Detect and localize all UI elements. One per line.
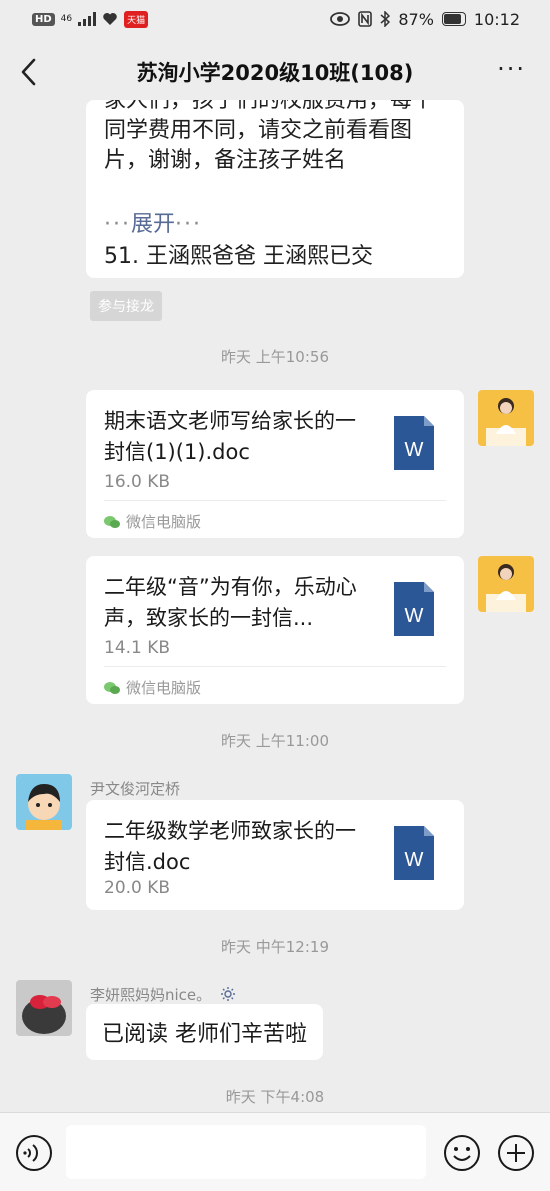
input-bar <box>0 1112 550 1191</box>
word-doc-icon: W <box>394 826 434 880</box>
sender-name-text: 李妍熙妈妈nice。 <box>90 986 212 1004</box>
teacher-avatar[interactable] <box>478 556 534 612</box>
timestamp: 昨天 中午12:19 <box>221 938 329 956</box>
timestamp: 昨天 下午4:08 <box>225 1088 325 1106</box>
file-message[interactable]: 二年级数学老师致家长的一封信.doc 20.0 KB W <box>86 800 464 910</box>
svg-text:W: W <box>405 439 424 461</box>
relay-line-2: 同学费用不同，请交之前看看图 <box>104 118 413 143</box>
expand-label[interactable]: 展开 <box>131 212 175 237</box>
file-source: 微信电脑版 <box>104 677 201 698</box>
bluetooth-icon <box>380 11 391 27</box>
svg-text:W: W <box>405 605 424 627</box>
file-source-label: 微信电脑版 <box>126 679 202 697</box>
text-message[interactable]: 已阅读 老师们辛苦啦 <box>86 1004 323 1060</box>
tmall-notification-icon: 天猫 <box>124 10 149 28</box>
join-relay-button[interactable]: 参与接龙 <box>90 291 162 321</box>
more-options-icon[interactable]: ··· <box>497 57 526 81</box>
chat-header: 苏洵小学2020级10班(108) ··· <box>0 38 550 106</box>
file-name: 二年级数学老师致家长的一封信.doc <box>104 819 356 874</box>
relay-line-3: 片，谢谢，备注孩子姓名 <box>104 148 347 173</box>
sender-avatar[interactable] <box>16 980 72 1036</box>
relay-line-1: 家人们，孩子们的校服费用，每个 <box>104 100 435 113</box>
relay-last-entry: 51. 王涵熙爸爸 王涵熙已交 <box>104 244 373 269</box>
status-bar: HD 46 天猫 87% 10:12 <box>0 0 550 38</box>
sender-name: 尹文俊河定桥 <box>90 780 181 798</box>
file-message[interactable]: 二年级“音”为有你，乐动心声，致家长的一封信... 14.1 KB W 微信电脑… <box>86 556 464 704</box>
wechat-icon <box>104 681 120 694</box>
battery-icon <box>441 12 466 26</box>
voice-input-icon[interactable] <box>14 1133 54 1173</box>
sender-name: 李妍熙妈妈nice。 <box>90 984 236 1005</box>
timestamp: 昨天 上午10:56 <box>221 348 329 366</box>
eye-icon <box>330 12 351 26</box>
file-size: 20.0 KB <box>104 878 171 898</box>
expand-link[interactable]: ···展开··· <box>104 206 202 238</box>
signal-icon <box>78 12 97 26</box>
back-arrow-icon[interactable] <box>16 56 44 88</box>
relay-message-bubble[interactable]: 家人们，孩子们的校服费用，每个 同学费用不同，请交之前看看图 片，谢谢，备注孩子… <box>86 100 464 278</box>
message-input[interactable] <box>66 1125 426 1179</box>
chat-title: 苏洵小学2020级10班(108) <box>136 61 414 85</box>
teacher-avatar[interactable] <box>478 390 534 446</box>
timestamp: 昨天 上午11:00 <box>221 732 329 750</box>
emoji-icon[interactable] <box>442 1133 482 1173</box>
wechat-icon <box>104 515 120 528</box>
file-size: 16.0 KB <box>104 472 171 492</box>
word-doc-icon: W <box>394 416 434 470</box>
heart-icon <box>103 13 117 25</box>
plus-icon[interactable] <box>496 1133 536 1173</box>
sun-icon <box>220 987 235 1001</box>
sender-avatar[interactable] <box>16 774 72 830</box>
file-name: 期末语文老师写给家长的一封信(1)(1).doc <box>104 409 356 464</box>
file-name: 二年级“音”为有你，乐动心声，致家长的一封信... <box>104 575 357 630</box>
clock: 10:12 <box>473 9 520 29</box>
file-size: 14.1 KB <box>104 638 171 658</box>
file-source: 微信电脑版 <box>104 511 201 532</box>
word-doc-icon: W <box>394 582 434 636</box>
battery-percent: 87% <box>398 9 434 29</box>
svg-text:W: W <box>405 849 424 871</box>
nfc-icon <box>358 11 373 27</box>
hd-indicator: HD <box>32 12 55 26</box>
file-message[interactable]: 期末语文老师写给家长的一封信(1)(1).doc 16.0 KB W 微信电脑版 <box>86 390 464 538</box>
file-source-label: 微信电脑版 <box>126 513 202 531</box>
network-type: 46 <box>60 14 73 24</box>
